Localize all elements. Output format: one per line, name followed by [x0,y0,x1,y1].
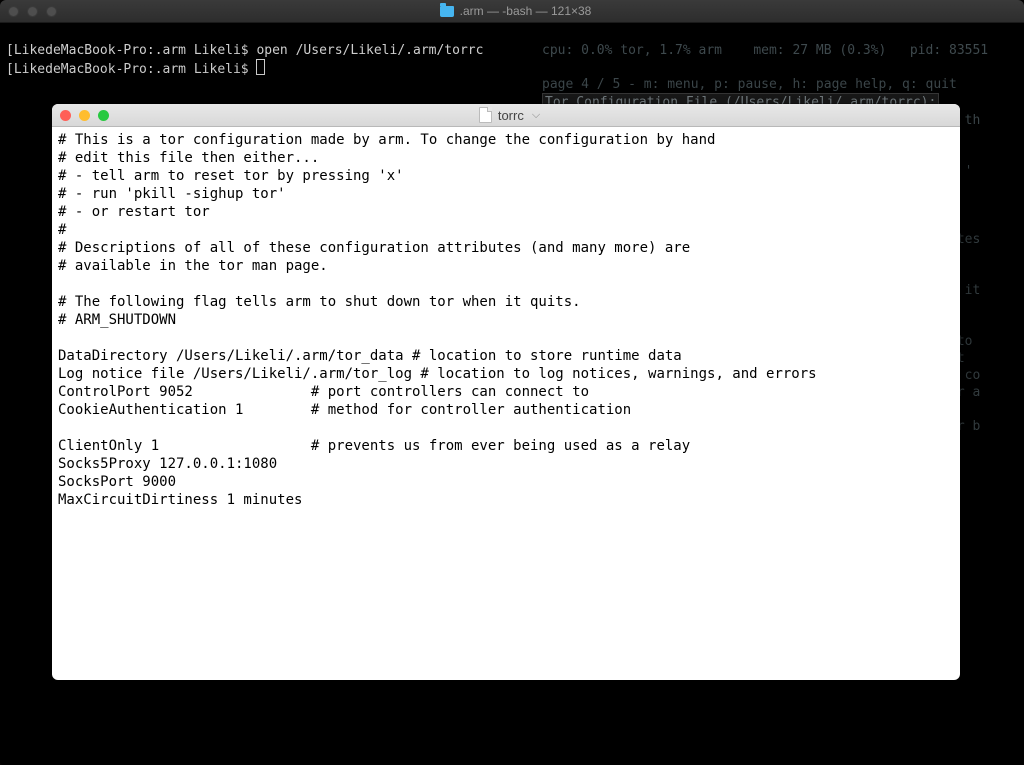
zoom-dot-inactive[interactable] [46,6,57,17]
arm-page-line: page 4 / 5 - m: menu, p: pause, h: page … [542,77,957,92]
textedit-title[interactable]: torrc ⌵ [117,107,902,123]
traffic-lights [60,110,109,121]
close-dot-inactive[interactable] [8,6,19,17]
arm-status-line: cpu: 0.0% tor, 1.7% arm mem: 27 MB (0.3%… [542,43,988,58]
terminal-titlebar[interactable]: .arm — -bash — 121×38 [0,0,1024,23]
cursor-icon [256,59,265,75]
textedit-window[interactable]: torrc ⌵ # This is a tor configuration ma… [52,104,960,680]
terminal-title-text: .arm — -bash — 121×38 [460,4,592,18]
traffic-lights-inactive [8,6,57,17]
arm-frag-2: ' [965,164,973,179]
textedit-content[interactable]: # This is a tor configuration made by ar… [52,127,960,680]
desktop: .arm — -bash — 121×38 [LikedeMacBook-Pro… [0,0,1024,765]
document-icon [479,107,492,123]
terminal-title: .arm — -bash — 121×38 [65,4,966,18]
minimize-button[interactable] [79,110,90,121]
prompt-1: [LikedeMacBook-Pro:.arm Likeli$ [6,43,256,58]
chevron-down-icon[interactable]: ⌵ [532,109,540,122]
close-button[interactable] [60,110,71,121]
zoom-button[interactable] [98,110,109,121]
minimize-dot-inactive[interactable] [27,6,38,17]
textedit-titlebar[interactable]: torrc ⌵ [52,104,960,127]
prompt-2: [LikedeMacBook-Pro:.arm Likeli$ [6,62,256,77]
textedit-filename: torrc [498,108,524,123]
command-1: open /Users/Likeli/.arm/torrc [256,43,483,58]
folder-icon [440,6,454,17]
